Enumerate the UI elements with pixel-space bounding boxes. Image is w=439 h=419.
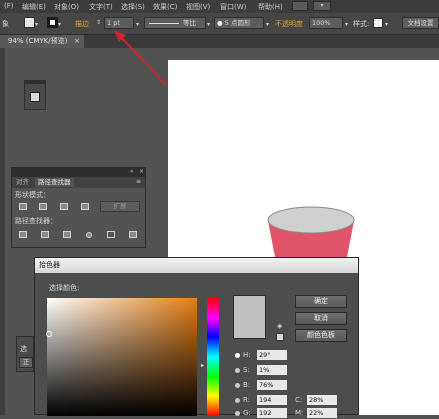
dialog-title: 拾色器 — [39, 261, 60, 269]
ok-button[interactable]: 确定 — [295, 295, 347, 308]
cup-rim[interactable] — [267, 206, 355, 234]
red-input[interactable]: 194 — [257, 395, 287, 405]
dialog-title-bar[interactable]: 拾色器 — [35, 258, 358, 273]
brightness-label: B: — [243, 381, 251, 389]
cyan-input[interactable]: 28% — [307, 395, 337, 405]
hue-slider-arrow-icon[interactable]: ▸ — [201, 362, 204, 369]
saturation-input[interactable]: 1% — [257, 365, 287, 375]
green-radio[interactable] — [235, 411, 240, 416]
color-field[interactable] — [46, 298, 197, 416]
select-color-label: 选择颜色: — [49, 284, 80, 292]
color-field-marker[interactable] — [46, 331, 52, 337]
saturation-radio[interactable] — [235, 368, 240, 373]
red-label: R: — [243, 396, 251, 404]
color-swatches-button[interactable]: 颜色色板 — [295, 329, 347, 342]
brightness-radio[interactable] — [235, 383, 240, 388]
cancel-button[interactable]: 取消 — [295, 312, 347, 325]
magenta-input[interactable]: 22% — [307, 408, 337, 418]
saturation-label: S: — [243, 366, 250, 374]
web-safe-swatch[interactable] — [276, 333, 284, 341]
gamut-cube-icon[interactable]: ◈ — [277, 322, 282, 330]
annotation-arrow — [119, 35, 167, 86]
magenta-label: M: — [295, 409, 304, 417]
green-label: G: — [243, 409, 251, 417]
hue-slider[interactable] — [207, 298, 219, 416]
cyan-label: C: — [295, 396, 303, 404]
hue-label: H: — [243, 351, 251, 359]
green-input[interactable]: 192 — [257, 408, 287, 418]
hue-input[interactable]: 29° — [257, 350, 287, 360]
hue-radio[interactable] — [235, 353, 240, 358]
red-radio[interactable] — [235, 398, 240, 403]
color-picker-dialog: 拾色器 选择颜色: ▸ ◈ 确定 取消 颜色色板 H: 29° S: 1% B:… — [34, 257, 359, 418]
brightness-input[interactable]: 76% — [257, 380, 287, 390]
new-color-swatch — [233, 295, 266, 339]
